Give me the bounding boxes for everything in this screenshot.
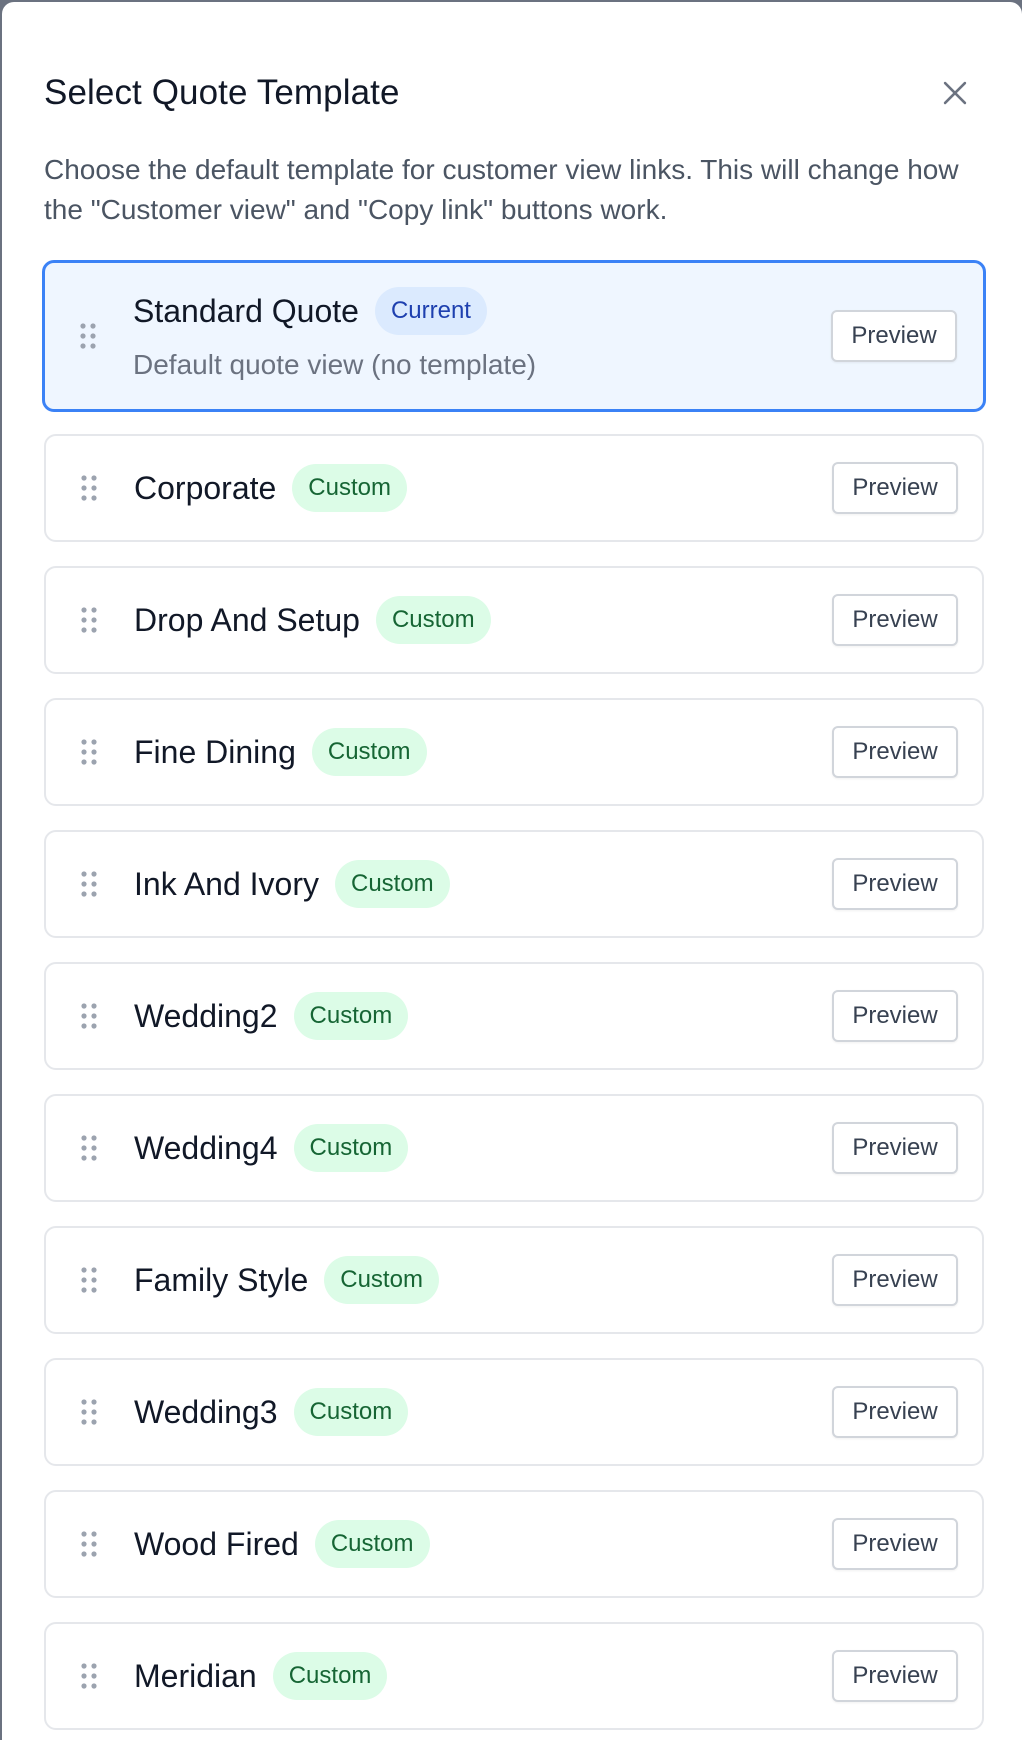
template-header: Wood Fired Custom — [134, 1520, 430, 1568]
drag-handle-icon[interactable] — [80, 870, 98, 898]
template-item[interactable]: Fine Dining Custom Preview — [44, 698, 984, 806]
template-name: Ink And Ivory — [134, 866, 319, 902]
preview-button[interactable]: Preview — [832, 1254, 958, 1306]
custom-badge: Custom — [293, 1388, 409, 1436]
dialog-title: Select Quote Template — [44, 73, 400, 112]
template-name: Meridian — [134, 1658, 257, 1694]
template-name: Corporate — [134, 470, 277, 506]
template-item[interactable]: Meridian Custom Preview — [44, 1622, 984, 1730]
template-item[interactable]: Wedding2 Custom Preview — [44, 962, 984, 1070]
preview-button[interactable]: Preview — [832, 1518, 958, 1570]
drag-handle-icon[interactable] — [80, 1398, 98, 1426]
template-header: Wedding4 Custom — [134, 1124, 409, 1172]
template-item[interactable]: Standard Quote Current Default quote view … — [42, 260, 986, 412]
drag-handle-icon[interactable] — [80, 1530, 98, 1558]
template-item[interactable]: Ink And Ivory Custom Preview — [44, 830, 984, 938]
preview-button[interactable]: Preview — [832, 990, 958, 1042]
template-name: Family Style — [134, 1262, 309, 1298]
custom-badge: Custom — [375, 596, 491, 644]
custom-badge: Custom — [293, 1124, 409, 1172]
template-name: Drop And Setup — [134, 602, 360, 638]
drag-handle-icon[interactable] — [80, 474, 98, 502]
custom-badge: Custom — [272, 1652, 388, 1700]
template-name: Wedding3 — [134, 1394, 278, 1430]
template-header: Drop And Setup Custom — [134, 596, 491, 644]
preview-button[interactable]: Preview — [832, 1386, 958, 1438]
preview-button[interactable]: Preview — [832, 462, 958, 514]
custom-badge: Custom — [314, 1520, 430, 1568]
template-header: Ink And Ivory Custom — [134, 860, 450, 908]
drag-handle-icon[interactable] — [80, 1662, 98, 1690]
template-name: Wedding2 — [134, 998, 278, 1034]
drag-handle-icon[interactable] — [80, 606, 98, 634]
template-header: Fine Dining Custom — [134, 728, 427, 776]
preview-button[interactable]: Preview — [832, 1650, 958, 1702]
preview-button[interactable]: Preview — [832, 726, 958, 778]
template-item[interactable]: Drop And Setup Custom Preview — [44, 566, 984, 674]
template-item[interactable]: Corporate Custom Preview — [44, 434, 984, 542]
close-button[interactable] — [936, 74, 974, 112]
template-header: Standard Quote Current — [133, 287, 487, 335]
dialog-header: Select Quote Template — [44, 2, 980, 112]
select-template-dialog: Select Quote Template Choose the default… — [2, 2, 1022, 1740]
template-item[interactable]: Wedding3 Custom Preview — [44, 1358, 984, 1466]
template-list: Standard Quote Current Default quote view … — [42, 260, 986, 1740]
template-item[interactable]: Family Style Custom Preview — [44, 1226, 984, 1334]
template-item[interactable]: Wood Fired Custom Preview — [44, 1490, 984, 1598]
custom-badge: Custom — [334, 860, 450, 908]
close-icon — [943, 81, 967, 105]
template-name: Wedding4 — [134, 1130, 278, 1166]
template-header: Wedding2 Custom — [134, 992, 409, 1040]
current-badge: Current — [374, 287, 487, 335]
drag-handle-icon[interactable] — [80, 1002, 98, 1030]
template-item[interactable]: Wedding4 Custom Preview — [44, 1094, 984, 1202]
drag-handle-icon[interactable] — [80, 738, 98, 766]
preview-button[interactable]: Preview — [832, 1122, 958, 1174]
preview-button[interactable]: Preview — [832, 594, 958, 646]
template-name: Wood Fired — [134, 1526, 299, 1562]
preview-button[interactable]: Preview — [831, 310, 957, 362]
template-description: Default quote view (no template) — [133, 349, 537, 380]
template-header: Family Style Custom — [134, 1256, 439, 1304]
template-name: Standard Quote — [133, 293, 359, 329]
dialog-description: Choose the default template for customer… — [44, 154, 959, 225]
template-header: Meridian Custom — [134, 1652, 388, 1700]
preview-button[interactable]: Preview — [832, 858, 958, 910]
custom-badge: Custom — [293, 992, 409, 1040]
template-header: Corporate Custom — [134, 464, 407, 512]
drag-handle-icon[interactable] — [80, 1266, 98, 1294]
template-name: Fine Dining — [134, 734, 296, 770]
template-header: Wedding3 Custom — [134, 1388, 409, 1436]
drag-handle-icon[interactable] — [79, 322, 97, 350]
drag-handle-icon[interactable] — [80, 1134, 98, 1162]
custom-badge: Custom — [292, 464, 407, 512]
custom-badge: Custom — [324, 1256, 439, 1304]
custom-badge: Custom — [311, 728, 427, 776]
